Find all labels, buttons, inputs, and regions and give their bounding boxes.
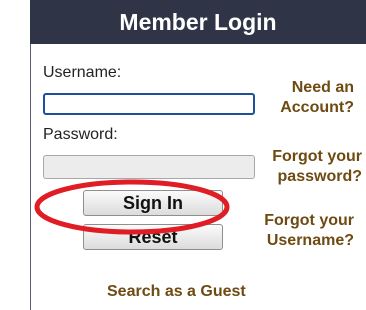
forgot-password-link[interactable]: Forgot your password? <box>272 147 362 187</box>
username-input[interactable] <box>43 93 255 115</box>
sign-in-button[interactable]: Sign In <box>83 190 223 216</box>
password-label: Password: <box>43 126 118 143</box>
reset-button[interactable]: Reset <box>83 224 223 250</box>
forgot-username-line-2: Username? <box>266 232 354 249</box>
search-as-guest-link[interactable]: Search as a Guest <box>107 282 246 302</box>
need-account-link[interactable]: Need an Account? <box>280 78 354 118</box>
forgot-username-line-1: Forgot your <box>264 212 354 229</box>
forgot-password-line-2: password? <box>277 168 362 185</box>
member-login-panel: Member Login Username: Password: Sign In… <box>0 0 366 310</box>
username-label: Username: <box>43 64 122 81</box>
need-account-line-2: Account? <box>280 99 354 116</box>
panel-left-border <box>30 44 31 310</box>
password-input[interactable] <box>43 155 255 179</box>
panel-title: Member Login <box>30 0 366 44</box>
need-account-line-1: Need an <box>291 79 354 96</box>
forgot-username-link[interactable]: Forgot your Username? <box>264 211 354 251</box>
forgot-password-line-1: Forgot your <box>272 148 362 165</box>
